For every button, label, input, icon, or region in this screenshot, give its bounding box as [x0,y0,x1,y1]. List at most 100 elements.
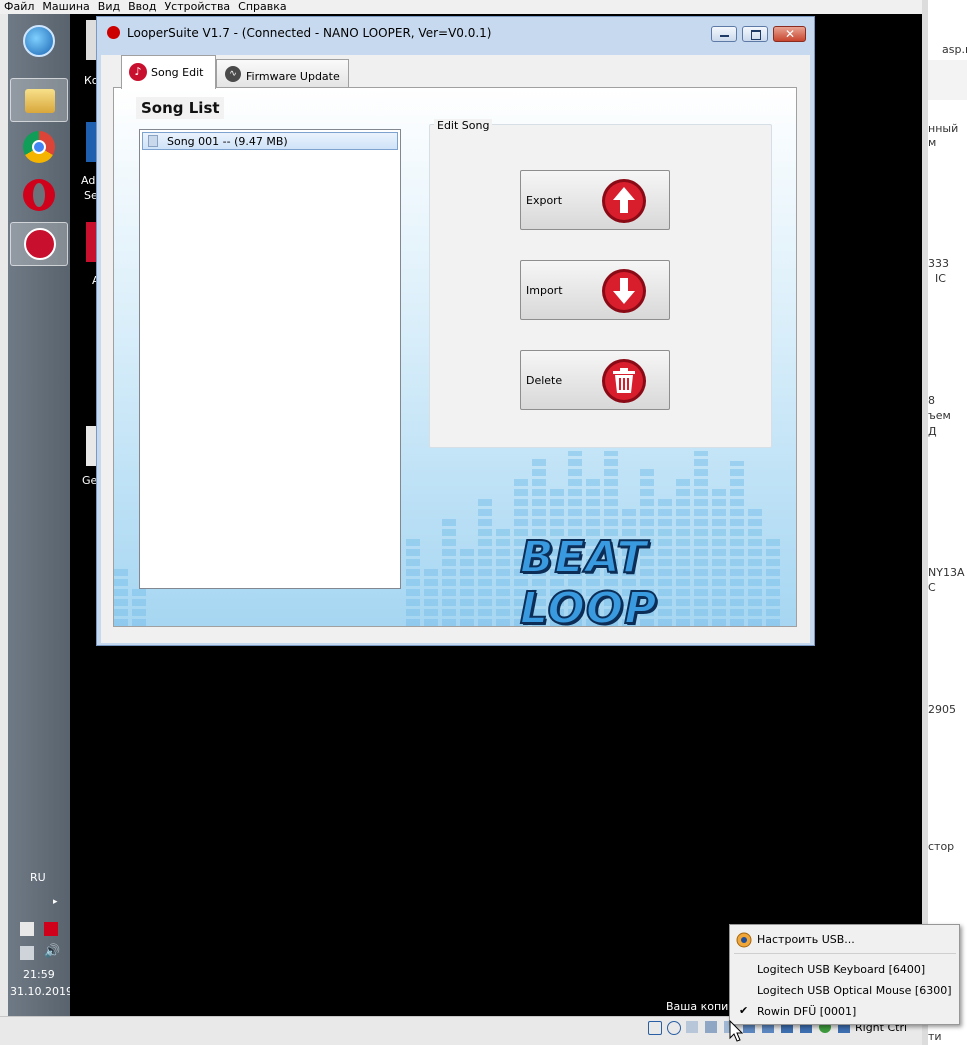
button-label: Import [526,284,563,297]
host-text: Д [928,425,937,438]
language-indicator[interactable]: RU [30,871,46,884]
trash-icon [602,359,646,403]
minimize-button[interactable] [711,26,737,42]
song-list-heading: Song List [136,97,224,119]
host-text: ти [928,1030,942,1043]
song-edit-panel: Song List Song 001 -- (9.47 MB) Edit Son… [113,87,797,627]
taskbar-opera[interactable] [10,174,68,218]
looper-suite-icon [24,228,56,260]
tab-label: Song Edit [151,66,204,79]
host-text: 2905 [928,703,956,716]
host-text: м [928,136,937,149]
opera-icon [23,179,55,211]
song-list[interactable]: Song 001 -- (9.47 MB) [139,129,401,589]
button-label: Delete [526,374,563,387]
antivirus-tray-icon[interactable] [44,922,58,936]
volume-icon[interactable]: 🔊 [44,944,60,959]
title-bar[interactable]: LooperSuite V1.7 - (Connected - NANO LOO… [97,17,814,47]
equalizer-bar [478,496,492,626]
host-text: 8 [928,394,935,407]
equalizer-bar [406,536,420,626]
delete-button[interactable]: Delete [520,350,670,410]
clock-time[interactable]: 21:59 [23,968,55,981]
usb-devices-menu: Настроить USB... Logitech USB Keyboard [… [729,924,960,1025]
equalizer-bar [442,516,456,626]
close-button[interactable]: ✕ [773,26,806,42]
music-note-icon: ♪ [129,63,147,81]
equalizer-bar [496,526,510,626]
host-text: asp.r [942,43,967,56]
vbox-frame-left [0,14,8,1016]
checkmark-icon: ✔ [739,1004,749,1017]
activation-notice: Ваша копия [666,1000,735,1013]
host-menu-bar: Файл Машина Вид Ввод Устройства Справка [0,0,922,14]
optical-drive-icon[interactable] [667,1021,681,1035]
usb-device-keyboard[interactable]: Logitech USB Keyboard [6400] [757,963,925,976]
tab-label: Firmware Update [246,70,340,83]
host-background-window [922,0,967,1045]
hdd-icon[interactable] [648,1021,662,1035]
host-panel [928,60,967,100]
equalizer-bar [114,566,128,626]
tray-expand-icon[interactable]: ▸ [53,897,58,907]
host-text: стор [928,840,955,853]
chrome-icon [23,131,55,163]
desktop-label: Ad [81,174,96,187]
host-text: нный [928,122,959,135]
looper-suite-window: LooperSuite V1.7 - (Connected - NANO LOO… [96,16,815,646]
menu-file[interactable]: Файл [0,1,38,13]
arrow-down-icon [602,269,646,313]
menu-help[interactable]: Справка [234,1,290,13]
network-icon[interactable] [705,1021,717,1033]
start-button[interactable] [10,20,68,64]
usb-device-rowin[interactable]: Rowin DFÜ [0001] [757,1005,856,1018]
desktop-label: Ge [82,474,98,487]
chart-line-icon: ∿ [225,66,241,82]
guest-taskbar: RU ▸ 🔊 21:59 31.10.2019 [8,14,73,1016]
tab-song-edit[interactable]: ♪ Song Edit [121,55,216,89]
host-text: IC [935,272,946,285]
host-text: 333 [928,257,949,270]
host-text: C [928,581,936,594]
host-text: NY13A [928,566,965,579]
usb-device-mouse[interactable]: Logitech USB Optical Mouse [6300] [757,984,952,997]
close-icon: ✕ [785,27,796,41]
folder-icon [25,89,55,113]
windows-logo-icon [23,25,55,57]
list-item[interactable]: Song 001 -- (9.47 MB) [142,132,398,150]
audio-icon[interactable] [686,1021,698,1033]
mouse-cursor-icon [729,1020,743,1042]
usb-settings-icon [736,932,752,948]
arrow-up-icon [602,179,646,223]
group-legend: Edit Song [434,119,493,132]
menu-devices[interactable]: Устройства [160,1,234,13]
tab-firmware-update[interactable]: ∿ Firmware Update [216,59,349,89]
audio-file-icon [148,135,158,147]
host-text: ъем [928,409,951,422]
equalizer-bar [460,546,474,626]
display-tray-icon[interactable] [20,946,34,960]
menu-input[interactable]: Ввод [124,1,160,13]
minimize-icon [720,35,729,37]
menu-view[interactable]: Вид [94,1,124,13]
maximize-button[interactable] [742,26,768,42]
network-tray-icon[interactable] [20,922,34,936]
list-item-label: Song 001 -- (9.47 MB) [167,135,288,148]
window-title: LooperSuite V1.7 - (Connected - NANO LOO… [127,26,492,40]
app-icon [107,26,120,39]
export-button[interactable]: Export [520,170,670,230]
equalizer-bar [424,566,438,626]
taskbar-explorer[interactable] [10,78,68,122]
edit-song-group: Edit Song Export Import Delete [429,119,772,448]
taskbar-looper-suite[interactable] [10,222,68,266]
maximize-icon [751,30,761,40]
clock-date[interactable]: 31.10.2019 [10,985,73,998]
beat-loop-logo: BEAT LOOP [519,531,658,627]
import-button[interactable]: Import [520,260,670,320]
equalizer-bar [132,586,146,626]
window-client-area: ♪ Song Edit ∿ Firmware Update Song List … [101,55,810,643]
menu-separator [734,953,956,954]
taskbar-chrome[interactable] [10,126,68,170]
menu-machine[interactable]: Машина [38,1,93,13]
configure-usb-item[interactable]: Настроить USB... [757,933,855,946]
